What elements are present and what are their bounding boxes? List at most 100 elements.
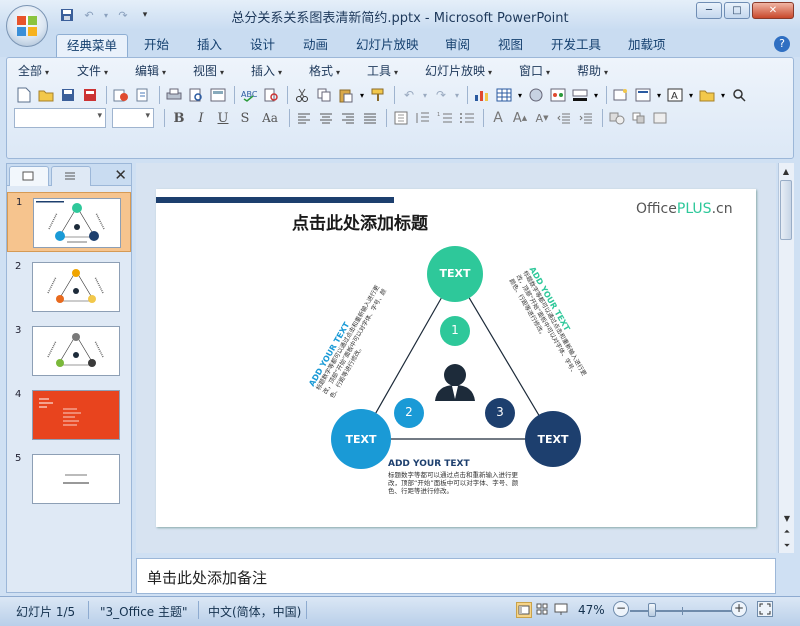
permission-icon[interactable] <box>80 85 100 105</box>
zoom-slider-thumb[interactable] <box>648 603 656 617</box>
new-icon[interactable] <box>14 85 34 105</box>
research-icon[interactable] <box>261 85 281 105</box>
zoom-out-button[interactable]: − <box>613 601 629 617</box>
tab-outline[interactable] <box>51 166 91 186</box>
bottom-text-block[interactable]: ADD YOUR TEXT 标题数字等都可以通过点击和重新输入进行更 改，顶部“… <box>388 459 548 495</box>
increase-indent-icon[interactable] <box>576 108 596 128</box>
normal-view-icon[interactable] <box>516 602 532 618</box>
align-center-icon[interactable] <box>316 108 336 128</box>
font-name-combo[interactable] <box>14 108 106 128</box>
decrease-indent-icon[interactable] <box>554 108 574 128</box>
slide-thumbnail-3[interactable]: 3 <box>7 321 131 381</box>
layout-dropdown-icon[interactable]: ▾ <box>655 85 663 105</box>
slide-thumbnail-4[interactable]: 4 <box>7 385 131 445</box>
spelling-icon[interactable]: ABC <box>239 85 259 105</box>
menu-tools[interactable]: 工具 ▾ <box>367 62 425 80</box>
folder-dropdown-icon[interactable]: ▾ <box>719 85 727 105</box>
menu-view[interactable]: 视图 ▾ <box>193 62 251 80</box>
tab-classic-menu[interactable]: 经典菜单 <box>56 34 129 57</box>
slide-layout-icon[interactable] <box>208 85 228 105</box>
bold-button[interactable]: B <box>169 108 189 128</box>
align-right-icon[interactable] <box>338 108 358 128</box>
tab-addins[interactable]: 加载项 <box>618 34 676 57</box>
line-spacing-icon[interactable] <box>413 108 433 128</box>
slide-thumbnail-5[interactable]: 5 <box>7 449 131 509</box>
folder-icon[interactable] <box>697 85 717 105</box>
slide-count-status[interactable]: 幻灯片 1/5 <box>16 603 75 620</box>
scroll-thumb[interactable] <box>780 180 792 240</box>
insert-table-icon[interactable] <box>494 85 514 105</box>
tab-insert[interactable]: 插入 <box>187 34 232 57</box>
slide-sorter-icon[interactable] <box>535 602 551 618</box>
tab-slides[interactable] <box>9 166 49 186</box>
align-left-icon[interactable] <box>294 108 314 128</box>
insert-picture-icon[interactable] <box>526 85 546 105</box>
open-icon[interactable] <box>36 85 56 105</box>
slide-thumbnail-1[interactable]: 1 <box>7 192 131 252</box>
shapes-icon[interactable] <box>607 108 627 128</box>
attach-icon[interactable] <box>111 85 131 105</box>
office-button[interactable] <box>6 5 48 47</box>
tab-design[interactable]: 设计 <box>240 34 285 57</box>
change-case-button[interactable]: Aa <box>257 108 283 128</box>
italic-button[interactable]: I <box>191 108 211 128</box>
scroll-down-icon[interactable]: ▼ <box>780 511 794 525</box>
tab-review[interactable]: 审阅 <box>435 34 480 57</box>
tab-slideshow[interactable]: 幻灯片放映 <box>346 34 429 57</box>
cut-icon[interactable] <box>292 85 312 105</box>
slide-thumbnail-2[interactable]: 2 <box>7 257 131 317</box>
insert-chart-icon[interactable] <box>472 85 492 105</box>
redo-icon[interactable]: ↷ <box>431 85 451 105</box>
tab-developer[interactable]: 开发工具 <box>541 34 611 57</box>
insert-smartart-icon[interactable] <box>548 85 568 105</box>
menu-slideshow[interactable]: 幻灯片放映 ▾ <box>425 62 519 80</box>
format-painter-icon[interactable] <box>368 85 388 105</box>
paste-dropdown-icon[interactable]: ▾ <box>358 85 366 105</box>
fit-to-window-icon[interactable] <box>757 601 773 617</box>
font-color-icon[interactable]: A <box>488 108 508 128</box>
slideshow-view-icon[interactable] <box>554 602 570 618</box>
grow-font-icon[interactable]: A ▲ <box>510 108 530 128</box>
numbering-icon[interactable]: 1 <box>435 108 455 128</box>
tab-view[interactable]: 视图 <box>488 34 533 57</box>
menu-format[interactable]: 格式 ▾ <box>309 62 367 80</box>
maximize-button[interactable]: □ <box>724 2 750 19</box>
undo-icon[interactable]: ↶ <box>399 85 419 105</box>
next-slide-icon[interactable]: ⏷ <box>780 539 794 553</box>
notes-pane[interactable]: 单击此处添加备注 <box>136 558 776 594</box>
menu-insert[interactable]: 插入 ▾ <box>251 62 309 80</box>
vertical-scrollbar[interactable]: ▲ ▼ ⏶ ⏷ <box>778 163 794 553</box>
fill-color-icon[interactable] <box>570 85 590 105</box>
copy-icon[interactable] <box>314 85 334 105</box>
tab-animation[interactable]: 动画 <box>293 34 338 57</box>
minimize-button[interactable]: ─ <box>696 2 722 19</box>
quick-styles-icon[interactable] <box>651 108 671 128</box>
previous-slide-icon[interactable]: ⏶ <box>780 525 794 539</box>
menu-all[interactable]: 全部 ▾ <box>18 62 77 80</box>
menu-file[interactable]: 文件 ▾ <box>77 62 135 80</box>
table-dropdown-icon[interactable]: ▾ <box>516 85 524 105</box>
font-size-combo[interactable] <box>112 108 154 128</box>
bullets-icon[interactable] <box>457 108 477 128</box>
menu-window[interactable]: 窗口 ▾ <box>519 62 577 80</box>
print-icon[interactable] <box>164 85 184 105</box>
underline-button[interactable]: U <box>213 108 233 128</box>
layout-icon[interactable] <box>633 85 653 105</box>
text-direction-icon[interactable] <box>391 108 411 128</box>
slide-canvas[interactable]: 点击此处添加标题 OfficePLUS.cn TEXT TEXT TEXT 1 … <box>156 189 756 527</box>
shadow-button[interactable]: S <box>235 108 255 128</box>
scroll-up-icon[interactable]: ▲ <box>779 164 793 178</box>
textbox-dropdown-icon[interactable]: ▾ <box>687 85 695 105</box>
zoom-level[interactable]: 47% <box>578 603 605 617</box>
undo-dropdown-icon[interactable]: ▾ <box>421 85 429 105</box>
justify-icon[interactable] <box>360 108 380 128</box>
zoom-in-button[interactable]: + <box>731 601 747 617</box>
theme-status[interactable]: "3_Office 主题" <box>100 603 188 620</box>
close-pane-icon[interactable]: ✕ <box>114 166 127 184</box>
language-status[interactable]: 中文(简体，中国) <box>208 603 301 620</box>
new-slide-icon[interactable] <box>611 85 631 105</box>
menu-edit[interactable]: 编辑 ▾ <box>135 62 193 80</box>
tab-home[interactable]: 开始 <box>134 34 179 57</box>
help-icon[interactable]: ? <box>774 36 790 52</box>
save-icon[interactable] <box>58 85 78 105</box>
